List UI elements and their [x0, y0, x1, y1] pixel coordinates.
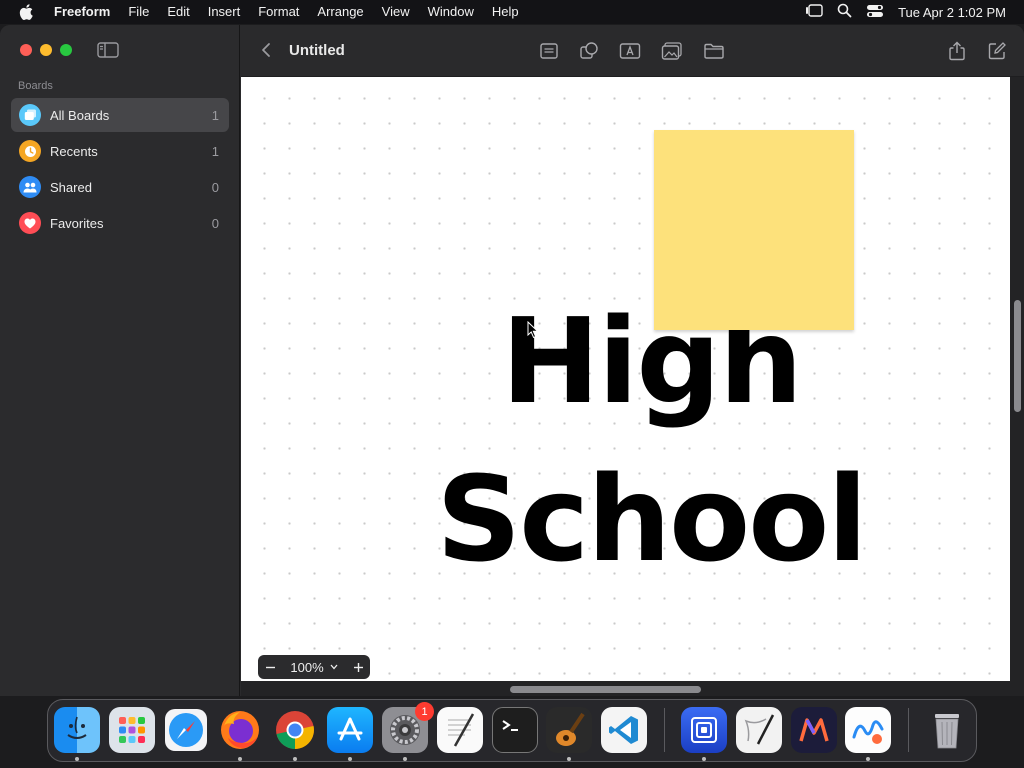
running-indicator — [702, 757, 706, 761]
sidebar-item-recents[interactable]: Recents 1 — [11, 134, 229, 168]
running-indicator — [866, 757, 870, 761]
multi-icon[interactable] — [791, 707, 837, 753]
zoom-control: 100% — [258, 655, 370, 679]
launchpad-icon[interactable] — [109, 707, 155, 753]
terminal-icon[interactable] — [492, 707, 538, 753]
safari-icon[interactable] — [163, 707, 209, 753]
sidebar-item-all-boards[interactable]: All Boards 1 — [11, 98, 229, 132]
running-indicator — [403, 757, 407, 761]
sidebar-item-label: Shared — [50, 179, 92, 195]
chrome-icon[interactable] — [272, 707, 318, 753]
sidebar-item-shared[interactable]: Shared 0 — [11, 170, 229, 204]
shapes-tool-icon[interactable] — [579, 41, 599, 66]
minimize-window-button[interactable] — [40, 44, 52, 56]
freeform-window: Boards All Boards 1 Recents 1 Shared 0 F… — [0, 25, 1024, 696]
app-store-icon[interactable] — [327, 707, 373, 753]
control-center-icon[interactable] — [866, 4, 884, 21]
sidebar-item-label: Recents — [50, 143, 98, 159]
share-icon[interactable] — [948, 41, 966, 66]
sidebar-item-label: Favorites — [50, 215, 104, 231]
menu-bar: Freeform File Edit Insert Format Arrange… — [0, 0, 1024, 24]
garageband-icon[interactable] — [546, 707, 592, 753]
board-list: All Boards 1 Recents 1 Shared 0 Favorite… — [11, 98, 229, 242]
finder-icon[interactable] — [54, 707, 100, 753]
text-box-tool-icon[interactable] — [619, 41, 641, 66]
freeform-icon[interactable] — [845, 707, 891, 753]
folder-tool-icon[interactable] — [703, 41, 725, 66]
mouse-pointer-icon — [527, 320, 539, 344]
zoom-level-value: 100% — [290, 659, 324, 675]
people-icon — [19, 176, 41, 198]
sidebar: Boards All Boards 1 Recents 1 Shared 0 F… — [0, 25, 240, 696]
menu-format[interactable]: Format — [249, 0, 308, 24]
running-indicator — [238, 757, 242, 761]
apple-icon[interactable] — [0, 4, 52, 20]
toolbar: Untitled — [241, 25, 1024, 77]
heart-icon — [19, 212, 41, 234]
dock-separator — [664, 708, 665, 752]
sidebar-item-count: 0 — [211, 215, 219, 231]
menu-file[interactable]: File — [119, 0, 158, 24]
zoom-level-dropdown[interactable]: 100% — [282, 660, 346, 675]
back-chevron-icon[interactable] — [261, 42, 271, 63]
close-window-button[interactable] — [20, 44, 32, 56]
sticky-note[interactable] — [654, 130, 854, 330]
script-editor-icon[interactable] — [736, 707, 782, 753]
all-boards-icon — [19, 104, 41, 126]
maximize-window-button[interactable] — [60, 44, 72, 56]
running-indicator — [348, 757, 352, 761]
firefox-icon[interactable] — [217, 707, 263, 753]
board-canvas[interactable]: High School — [241, 77, 1010, 681]
dock-separator — [908, 708, 909, 752]
boards-section-label: Boards — [18, 80, 53, 92]
sticky-note-tool-icon[interactable] — [539, 41, 559, 66]
zoom-out-button[interactable] — [258, 662, 282, 673]
sidebar-item-count: 1 — [211, 107, 219, 123]
new-board-icon[interactable] — [987, 41, 1007, 66]
running-indicator — [567, 757, 571, 761]
sidebar-item-count: 0 — [211, 179, 219, 195]
textedit-icon[interactable] — [437, 707, 483, 753]
menubar-clock[interactable]: Tue Apr 2 1:02 PM — [898, 5, 1006, 20]
stage-manager-icon[interactable] — [805, 3, 823, 21]
vertical-scrollbar-thumb[interactable] — [1014, 300, 1021, 412]
menu-help[interactable]: Help — [483, 0, 528, 24]
zoom-in-button[interactable] — [346, 662, 370, 673]
chevron-down-icon — [330, 664, 338, 670]
sidebar-item-favorites[interactable]: Favorites 0 — [11, 206, 229, 240]
menu-app-name[interactable]: Freeform — [52, 0, 119, 24]
canvas-text-line: School — [436, 450, 868, 588]
running-indicator — [293, 757, 297, 761]
media-tool-icon[interactable] — [661, 41, 683, 66]
menu-arrange[interactable]: Arrange — [308, 0, 372, 24]
running-indicator — [75, 757, 79, 761]
window-controls — [20, 44, 72, 56]
system-settings-icon[interactable]: 1 — [382, 702, 434, 753]
menu-view[interactable]: View — [373, 0, 419, 24]
menu-edit[interactable]: Edit — [158, 0, 198, 24]
board-title[interactable]: Untitled — [289, 42, 345, 59]
screens-icon[interactable] — [681, 707, 727, 753]
notification-badge: 1 — [415, 702, 434, 721]
horizontal-scrollbar-thumb[interactable] — [510, 686, 701, 693]
clock-icon — [19, 140, 41, 162]
sidebar-toggle-icon[interactable] — [97, 42, 119, 63]
sidebar-item-label: All Boards — [50, 107, 110, 123]
menu-insert[interactable]: Insert — [199, 0, 250, 24]
vscode-icon[interactable] — [601, 707, 647, 753]
spotlight-search-icon[interactable] — [837, 3, 852, 21]
sidebar-item-count: 1 — [211, 143, 219, 159]
trash-icon[interactable] — [924, 707, 970, 753]
menu-window[interactable]: Window — [419, 0, 483, 24]
